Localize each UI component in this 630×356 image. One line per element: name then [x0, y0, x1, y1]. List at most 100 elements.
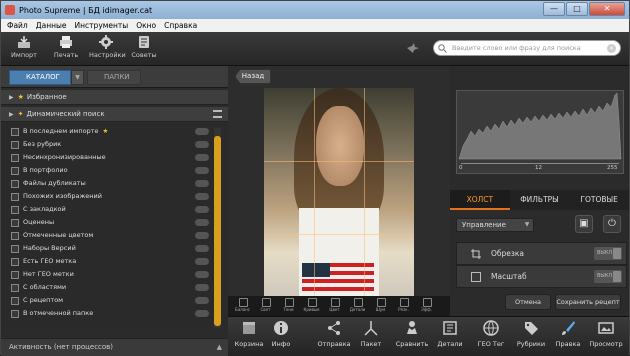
back-button[interactable]: Назад	[235, 69, 271, 84]
list-item[interactable]: Оценены	[11, 216, 211, 229]
crop-toggle[interactable]: ВЫКЛ	[594, 247, 622, 260]
chevron-up-icon[interactable]: ▲	[217, 339, 222, 356]
settings-button[interactable]: Настройки	[89, 35, 126, 59]
import-button[interactable]: Импорт	[7, 35, 41, 59]
photo-tool[interactable]: Шум	[370, 296, 391, 316]
photo-tool[interactable]: Баланс	[232, 296, 253, 316]
list-item[interactable]: С рецептом	[11, 294, 211, 307]
compare-button[interactable]: Сравнить	[395, 320, 429, 348]
power-icon[interactable]: ⏻	[603, 215, 621, 233]
photo-tool[interactable]: Резк.	[393, 296, 414, 316]
checkbox[interactable]	[11, 310, 19, 318]
details-button[interactable]: Детали	[436, 320, 464, 348]
tab-canvas[interactable]: ХОЛСТ	[450, 190, 510, 210]
photo-tool[interactable]: Тени	[278, 296, 299, 316]
checkbox[interactable]	[11, 271, 19, 279]
list-item[interactable]: Несинхронизированные	[11, 151, 211, 164]
checkbox[interactable]	[11, 128, 19, 136]
histogram-slider-track[interactable]	[461, 163, 619, 164]
checkbox[interactable]	[11, 245, 19, 253]
list-item[interactable]: Похожих изображений	[11, 190, 211, 203]
histogram-max-label: 255	[607, 165, 618, 171]
section-favorites[interactable]: ▶ ★ Избранное	[1, 90, 228, 105]
left-tabs: КАТАЛОГ ▼ ПАПКИ	[1, 66, 228, 88]
checkbox[interactable]	[11, 297, 19, 305]
search-box[interactable]: Введите слово или фразу для поиска ✕	[433, 40, 621, 56]
checkbox[interactable]	[11, 206, 19, 214]
list-item[interactable]: Отмеченные цветом	[11, 229, 211, 242]
save-icon[interactable]: ▣	[575, 215, 593, 233]
count-pill	[195, 232, 209, 239]
send-button[interactable]: Отправка	[316, 320, 352, 348]
photo-tool[interactable]: Детали	[347, 296, 368, 316]
management-dropdown[interactable]: Управление ▼	[456, 218, 534, 232]
batch-button[interactable]: Пакет	[356, 320, 386, 348]
list-item[interactable]: Наборы Версий	[11, 242, 211, 255]
photo-preview[interactable]	[264, 88, 414, 308]
menu-window[interactable]: Окно	[136, 21, 156, 30]
edit-button[interactable]: Правка	[553, 320, 583, 348]
checkbox[interactable]	[11, 284, 19, 292]
list-item[interactable]: Есть ГЕО метка	[11, 255, 211, 268]
checkbox[interactable]	[11, 141, 19, 149]
activity-bar[interactable]: Активность (нет процессов) ▲	[1, 338, 228, 356]
checkbox[interactable]	[11, 154, 19, 162]
categories-button[interactable]: Рубрики	[514, 320, 548, 348]
checkbox[interactable]	[11, 193, 19, 201]
chevron-down-icon[interactable]: ▼	[71, 70, 84, 85]
histogram-graph	[458, 92, 622, 160]
cancel-button[interactable]: Отмена	[505, 294, 551, 310]
save-recipe-button[interactable]: Сохранить рецепт	[555, 294, 621, 310]
photo-tool[interactable]: Эфф.	[416, 296, 437, 316]
expand-arrow-icon: ▶	[9, 94, 14, 101]
menu-help[interactable]: Справка	[164, 21, 197, 30]
checkbox[interactable]	[11, 167, 19, 175]
menu-file[interactable]: Файл	[7, 21, 28, 30]
scale-toggle[interactable]: ВЫКЛ	[594, 270, 622, 283]
scale-panel[interactable]: Масштаб ВЫКЛ	[456, 265, 627, 288]
list-item[interactable]: С закладкой	[11, 203, 211, 216]
tab-catalog[interactable]: КАТАЛОГ ▼	[9, 70, 84, 85]
hamburger-menu-icon[interactable]	[213, 110, 222, 118]
checkbox[interactable]	[11, 258, 19, 266]
bird-icon[interactable]	[406, 42, 420, 54]
minimize-button[interactable]: —	[543, 2, 565, 16]
info-button[interactable]: Инфо	[266, 320, 296, 348]
crop-grid-line	[264, 161, 414, 162]
compare-icon	[407, 321, 417, 334]
list-item[interactable]: В отмеченной папке	[11, 307, 211, 320]
section-dynamic-search[interactable]: ▶ ✦ Динамический поиск	[1, 107, 228, 122]
list-item[interactable]: В портфолио	[11, 164, 211, 177]
tips-button[interactable]: Советы	[127, 35, 161, 59]
search-input[interactable]: Введите слово или фразу для поиска	[452, 44, 581, 52]
photo-tool[interactable]: Свет	[255, 296, 276, 316]
geo-tag-button[interactable]: ГЕО Тег	[474, 320, 508, 348]
preview-button[interactable]: Просмотр	[588, 320, 624, 348]
list-item[interactable]: Файлы дубликаты	[11, 177, 211, 190]
crop-panel[interactable]: Обрезка ВЫКЛ	[456, 242, 627, 265]
checkbox[interactable]	[11, 180, 19, 188]
list-item[interactable]: Нет ГЕО метки	[11, 268, 211, 281]
checkbox[interactable]	[11, 232, 19, 240]
menu-data[interactable]: Данные	[36, 21, 67, 30]
basket-button[interactable]: Корзина	[234, 320, 264, 348]
close-button[interactable]: ✕	[589, 2, 625, 16]
photo-tool[interactable]: Кривые	[301, 296, 322, 316]
clear-search-icon[interactable]: ✕	[607, 44, 616, 53]
tab-folders[interactable]: ПАПКИ	[87, 70, 141, 85]
list-item[interactable]: С областями	[11, 281, 211, 294]
chevron-down-icon: ▼	[524, 221, 530, 228]
checkbox[interactable]	[11, 219, 19, 227]
maximize-button[interactable]: □	[566, 2, 588, 16]
scrollbar-thumb[interactable]	[214, 136, 221, 326]
import-icon	[18, 36, 30, 48]
print-button[interactable]: Печать	[49, 35, 83, 59]
tab-presets[interactable]: ГОТОВЫЕ	[569, 190, 629, 210]
list-item[interactable]: Без рубрик	[11, 138, 211, 151]
count-pill	[195, 258, 209, 265]
list-item[interactable]: В последнем импорте ★	[11, 125, 211, 138]
menu-tools[interactable]: Инструменты	[75, 21, 129, 30]
photo-tool[interactable]: Цвет	[324, 296, 345, 316]
tab-filters[interactable]: ФИЛЬТРЫ	[510, 190, 570, 210]
list-scrollbar[interactable]	[214, 128, 221, 328]
